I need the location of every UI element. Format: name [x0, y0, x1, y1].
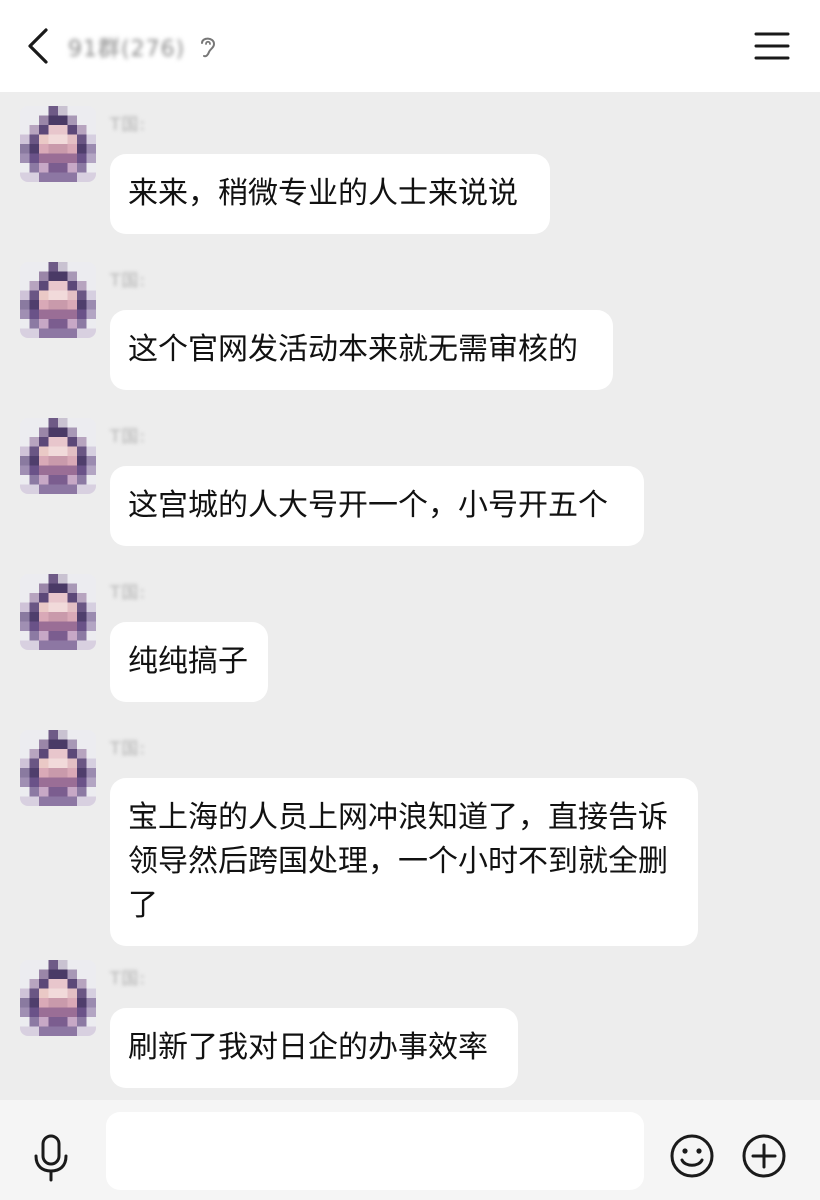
avatar[interactable]: [20, 418, 96, 494]
sender-name: T国:: [110, 739, 147, 759]
sender-name: T国:: [110, 115, 147, 135]
message-bubble[interactable]: 来来，稍微专业的人士来说说: [110, 154, 550, 234]
ear-icon: [201, 37, 216, 58]
sender-name: T国:: [110, 271, 147, 291]
chat-title: 91群(276): [68, 37, 186, 62]
more-button[interactable]: [740, 1132, 788, 1180]
voice-button[interactable]: [26, 1132, 76, 1184]
menu-button[interactable]: [752, 28, 792, 64]
back-button[interactable]: [18, 22, 62, 70]
chat-header: 91群(276): [0, 0, 820, 92]
avatar[interactable]: [20, 262, 96, 338]
message-bubble[interactable]: 纯纯搞子: [110, 622, 268, 702]
avatar[interactable]: [20, 106, 96, 182]
input-bar: [0, 1100, 820, 1200]
sender-name: T国:: [110, 427, 147, 447]
message-bubble[interactable]: 这个官网发活动本来就无需审核的: [110, 310, 613, 390]
plus-circle-icon: [742, 1134, 786, 1178]
message-bubble[interactable]: 这宫城的人大号开一个，小号开五个: [110, 466, 644, 546]
chat-screen: 91群(276) T国: 来来，稍微专业的人士来说说 T国: 这个官网发活动本来…: [0, 0, 820, 1200]
chat-title-group: 91群(276): [68, 30, 219, 64]
avatar[interactable]: [20, 574, 96, 650]
back-chevron-icon: [28, 28, 48, 64]
message-bubble[interactable]: 宝上海的人员上网冲浪知道了，直接告诉领导然后跨国处理，一个小时不到就全删了: [110, 778, 698, 946]
sender-name: T国:: [110, 583, 147, 603]
message-input[interactable]: [106, 1112, 644, 1190]
avatar[interactable]: [20, 960, 96, 1036]
menu-icon: [754, 32, 790, 60]
message-bubble[interactable]: 刷新了我对日企的办事效率: [110, 1008, 518, 1088]
sender-name: T国:: [110, 969, 147, 989]
avatar[interactable]: [20, 730, 96, 806]
emoji-smile-icon: [670, 1134, 714, 1178]
emoji-button[interactable]: [668, 1132, 716, 1180]
microphone-icon: [34, 1134, 68, 1182]
